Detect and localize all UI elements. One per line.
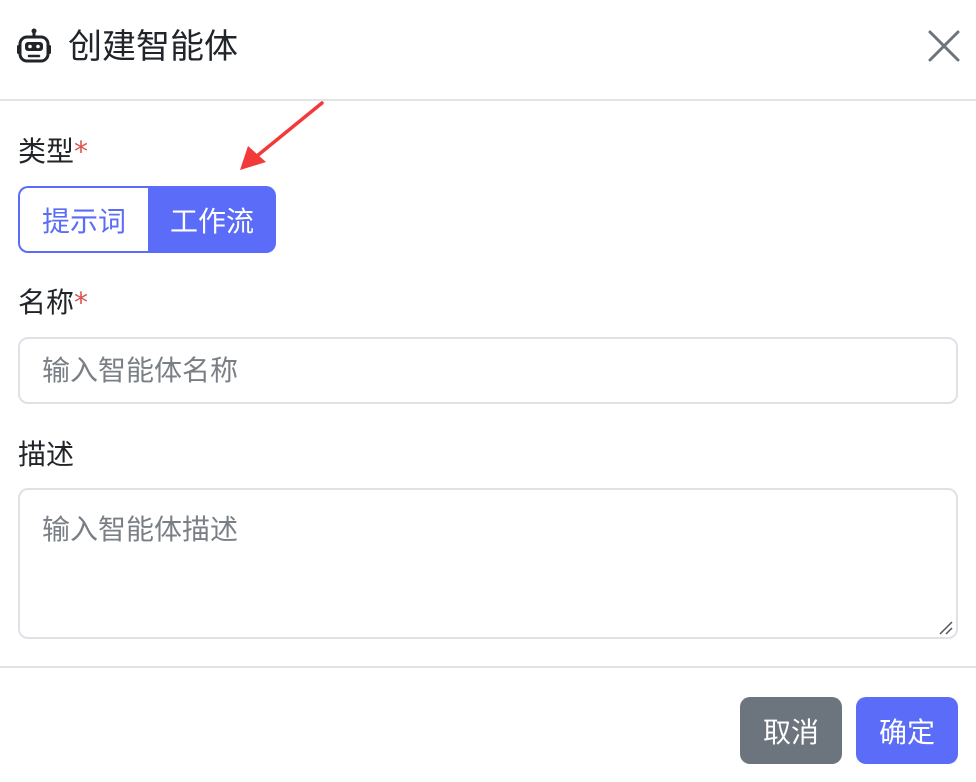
type-option-prompt[interactable]: 提示词 [18, 186, 148, 253]
type-option-workflow[interactable]: 工作流 [148, 186, 276, 253]
footer-divider [0, 666, 976, 668]
confirm-button[interactable]: 确定 [856, 697, 958, 764]
name-label-text: 名称 [18, 286, 75, 319]
cancel-button[interactable]: 取消 [740, 697, 842, 764]
resize-grip-icon[interactable] [937, 619, 953, 635]
type-segmented-control: 提示词 工作流 [18, 186, 276, 253]
required-mark: * [74, 135, 89, 168]
type-label-text: 类型 [18, 135, 75, 168]
type-label: 类型* [18, 134, 88, 170]
robot-icon [17, 28, 51, 63]
close-icon[interactable] [926, 28, 962, 64]
annotation-arrow-icon [240, 101, 324, 170]
description-label: 描述 [18, 438, 75, 471]
name-input[interactable] [18, 337, 958, 404]
name-label: 名称* [18, 285, 88, 321]
required-mark: * [74, 286, 89, 319]
dialog-header: 创建智能体 [0, 0, 976, 101]
description-textarea[interactable] [18, 488, 958, 639]
dialog-title: 创建智能体 [68, 27, 238, 67]
create-agent-dialog: 创建智能体 类型* 提示词 工作流 名称* 描述 取消 确定 [0, 0, 976, 782]
